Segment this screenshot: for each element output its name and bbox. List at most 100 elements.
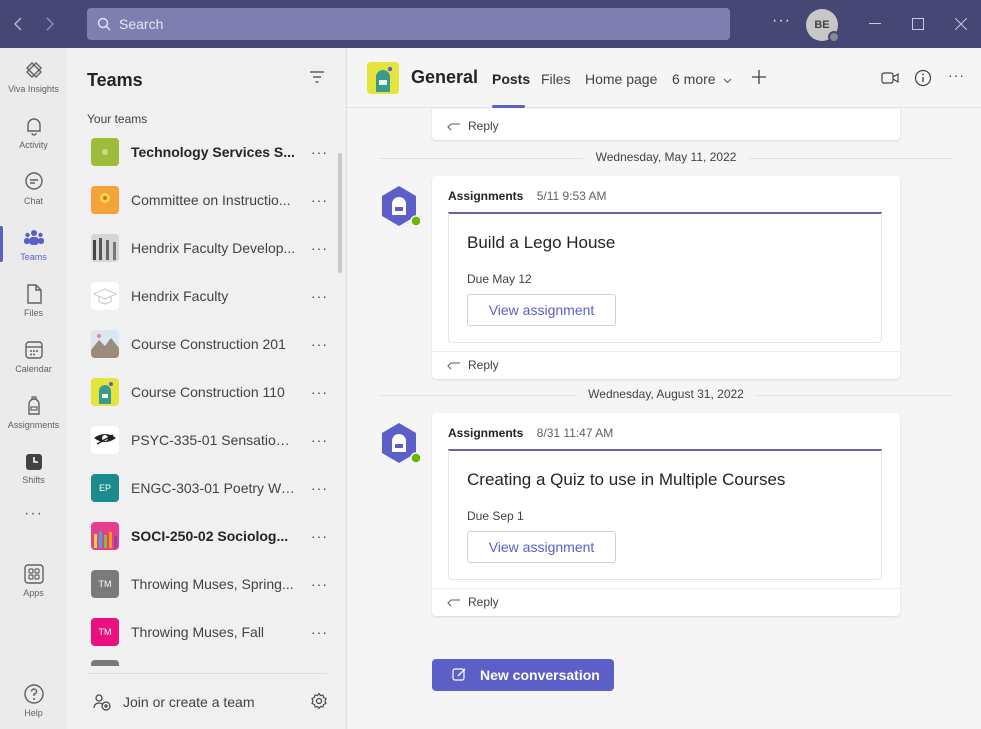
post-card: Assignments 8/31 11:47 AM Creating a Qui… bbox=[432, 413, 900, 616]
team-avatar: TM bbox=[91, 570, 119, 598]
section-label: Your teams bbox=[87, 112, 148, 126]
maximize-icon[interactable] bbox=[896, 0, 940, 48]
date-label: Wednesday, May 11, 2022 bbox=[583, 150, 749, 164]
more-options-icon[interactable]: ··· bbox=[311, 288, 328, 304]
team-avatar bbox=[91, 330, 119, 358]
more-options-icon[interactable]: ··· bbox=[311, 144, 328, 160]
team-avatar: TM bbox=[91, 618, 119, 646]
date-separator: Wednesday, August 31, 2022 bbox=[380, 387, 952, 403]
filter-icon[interactable] bbox=[310, 70, 324, 88]
date-label: Wednesday, August 31, 2022 bbox=[576, 387, 756, 401]
search-placeholder: Search bbox=[119, 16, 164, 32]
calendar-icon bbox=[24, 340, 43, 359]
divider bbox=[87, 673, 327, 674]
join-or-create-team-button[interactable]: Join or create a team bbox=[67, 684, 347, 720]
reply-button[interactable]: Reply bbox=[432, 112, 900, 140]
info-icon[interactable] bbox=[914, 69, 932, 92]
reply-button[interactable]: Reply bbox=[432, 588, 900, 616]
post-meta: Assignments 8/31 11:47 AM bbox=[448, 426, 613, 440]
more-options-icon[interactable]: ··· bbox=[948, 67, 965, 83]
team-initials: TM bbox=[98, 627, 112, 637]
team-item[interactable]: Committee on Instructio... ··· bbox=[67, 176, 337, 224]
rail-item-calendar[interactable]: Calendar bbox=[0, 328, 67, 384]
rail-item-help[interactable]: Help bbox=[0, 672, 67, 728]
team-item[interactable]: Hendrix Faculty ··· bbox=[67, 272, 337, 320]
post-card: Assignments 5/11 9:53 AM Build a Lego Ho… bbox=[432, 176, 900, 379]
team-name: Throwing Muses, Fall bbox=[131, 624, 265, 640]
rail-item-activity[interactable]: Activity bbox=[0, 104, 67, 160]
team-avatar bbox=[91, 426, 119, 454]
rail-item-apps[interactable]: Apps bbox=[0, 552, 67, 608]
post-meta: Assignments 5/11 9:53 AM bbox=[448, 189, 607, 203]
settings-more-icon[interactable]: ··· bbox=[772, 12, 791, 30]
team-initials: TM bbox=[98, 579, 112, 589]
more-options-icon[interactable]: ··· bbox=[311, 384, 328, 400]
team-name: Course Construction 110 bbox=[131, 384, 285, 400]
view-assignment-button[interactable]: View assignment bbox=[467, 531, 616, 563]
team-item[interactable]: Course Construction 201 ··· bbox=[67, 320, 337, 368]
team-item[interactable]: TM Throwing Muses, Fall ··· bbox=[67, 608, 337, 656]
rail-item-viva-insights[interactable]: Viva Insights bbox=[0, 48, 67, 104]
forward-arrow-icon[interactable] bbox=[34, 0, 64, 48]
tab-more[interactable]: 6 more bbox=[672, 71, 732, 87]
team-item[interactable]: SOCI-250-02 Sociolog... ··· bbox=[67, 512, 337, 560]
team-avatar bbox=[91, 282, 119, 310]
more-options-icon[interactable]: ··· bbox=[311, 336, 328, 352]
back-arrow-icon[interactable] bbox=[4, 0, 34, 48]
team-item[interactable]: TM Throwing Muses, Spring... ··· bbox=[67, 560, 337, 608]
gear-icon[interactable] bbox=[310, 692, 328, 710]
rail-item-teams[interactable]: Teams bbox=[0, 216, 67, 272]
search-input[interactable]: Search bbox=[87, 8, 730, 40]
team-avatar bbox=[91, 378, 119, 406]
team-item[interactable]: PSYC-335-01 Sensation ... ··· bbox=[67, 416, 337, 464]
compose-icon bbox=[452, 668, 466, 681]
reply-icon bbox=[447, 362, 460, 370]
assignments-icon bbox=[27, 395, 40, 415]
new-conversation-button[interactable]: New conversation bbox=[432, 659, 614, 691]
team-name: Hendrix Faculty Develop... bbox=[131, 240, 296, 256]
close-icon[interactable] bbox=[939, 0, 981, 48]
team-list-scrollbar[interactable] bbox=[338, 153, 342, 273]
rail-item-files[interactable]: Files bbox=[0, 272, 67, 328]
tab-files[interactable]: Files bbox=[541, 71, 571, 87]
more-options-icon[interactable]: ··· bbox=[311, 192, 328, 208]
assignments-bot-avatar[interactable] bbox=[378, 422, 422, 464]
more-options-icon[interactable]: ··· bbox=[311, 480, 328, 496]
team-name: SOCI-250-02 Sociolog... bbox=[131, 528, 289, 544]
team-name: ENGC-303-01 Poetry Wr... bbox=[131, 480, 296, 496]
bell-icon bbox=[26, 117, 41, 136]
avatar[interactable]: BE bbox=[806, 9, 840, 43]
team-name: Committee on Instructio... bbox=[131, 192, 291, 208]
help-icon bbox=[23, 683, 44, 704]
team-name: Throwing Muses, Spring... bbox=[131, 576, 294, 592]
rail-more-apps-icon[interactable]: ··· bbox=[0, 496, 67, 532]
team-item[interactable]: Technology Services S... ··· bbox=[67, 128, 337, 176]
post-author[interactable]: Assignments bbox=[448, 426, 523, 440]
more-options-icon[interactable]: ··· bbox=[311, 528, 328, 544]
team-item[interactable]: Course Construction 110 ··· bbox=[67, 368, 337, 416]
team-item[interactable]: Hendrix Faculty Develop... ··· bbox=[67, 224, 337, 272]
more-options-icon[interactable]: ··· bbox=[311, 240, 328, 256]
post-author[interactable]: Assignments bbox=[448, 189, 523, 203]
add-tab-icon[interactable] bbox=[751, 69, 767, 90]
assignment-card: Creating a Quiz to use in Multiple Cours… bbox=[448, 450, 882, 580]
panel-title: Teams bbox=[87, 70, 143, 90]
more-options-icon[interactable]: ··· bbox=[311, 576, 328, 592]
channel-avatar bbox=[367, 62, 399, 94]
video-meet-icon[interactable] bbox=[881, 71, 899, 90]
reply-button[interactable]: Reply bbox=[432, 351, 900, 379]
post-time: 8/31 11:47 AM bbox=[536, 426, 614, 440]
view-assignment-button[interactable]: View assignment bbox=[467, 294, 616, 326]
minimize-icon[interactable] bbox=[853, 0, 897, 48]
tab-home-page[interactable]: Home page bbox=[585, 71, 657, 87]
team-item[interactable]: EP ENGC-303-01 Poetry Wr... ··· bbox=[67, 464, 337, 512]
post-feed: Reply Wednesday, May 11, 2022 Assignment… bbox=[347, 109, 981, 729]
rail-item-assignments[interactable]: Assignments bbox=[0, 384, 67, 440]
assignments-bot-avatar[interactable] bbox=[378, 185, 422, 227]
more-options-icon[interactable]: ··· bbox=[311, 624, 328, 640]
more-options-icon[interactable]: ··· bbox=[311, 432, 328, 448]
active-tab-indicator bbox=[492, 105, 525, 108]
rail-item-chat[interactable]: Chat bbox=[0, 160, 67, 216]
tab-posts[interactable]: Posts bbox=[492, 71, 530, 87]
rail-item-shifts[interactable]: Shifts bbox=[0, 440, 67, 496]
